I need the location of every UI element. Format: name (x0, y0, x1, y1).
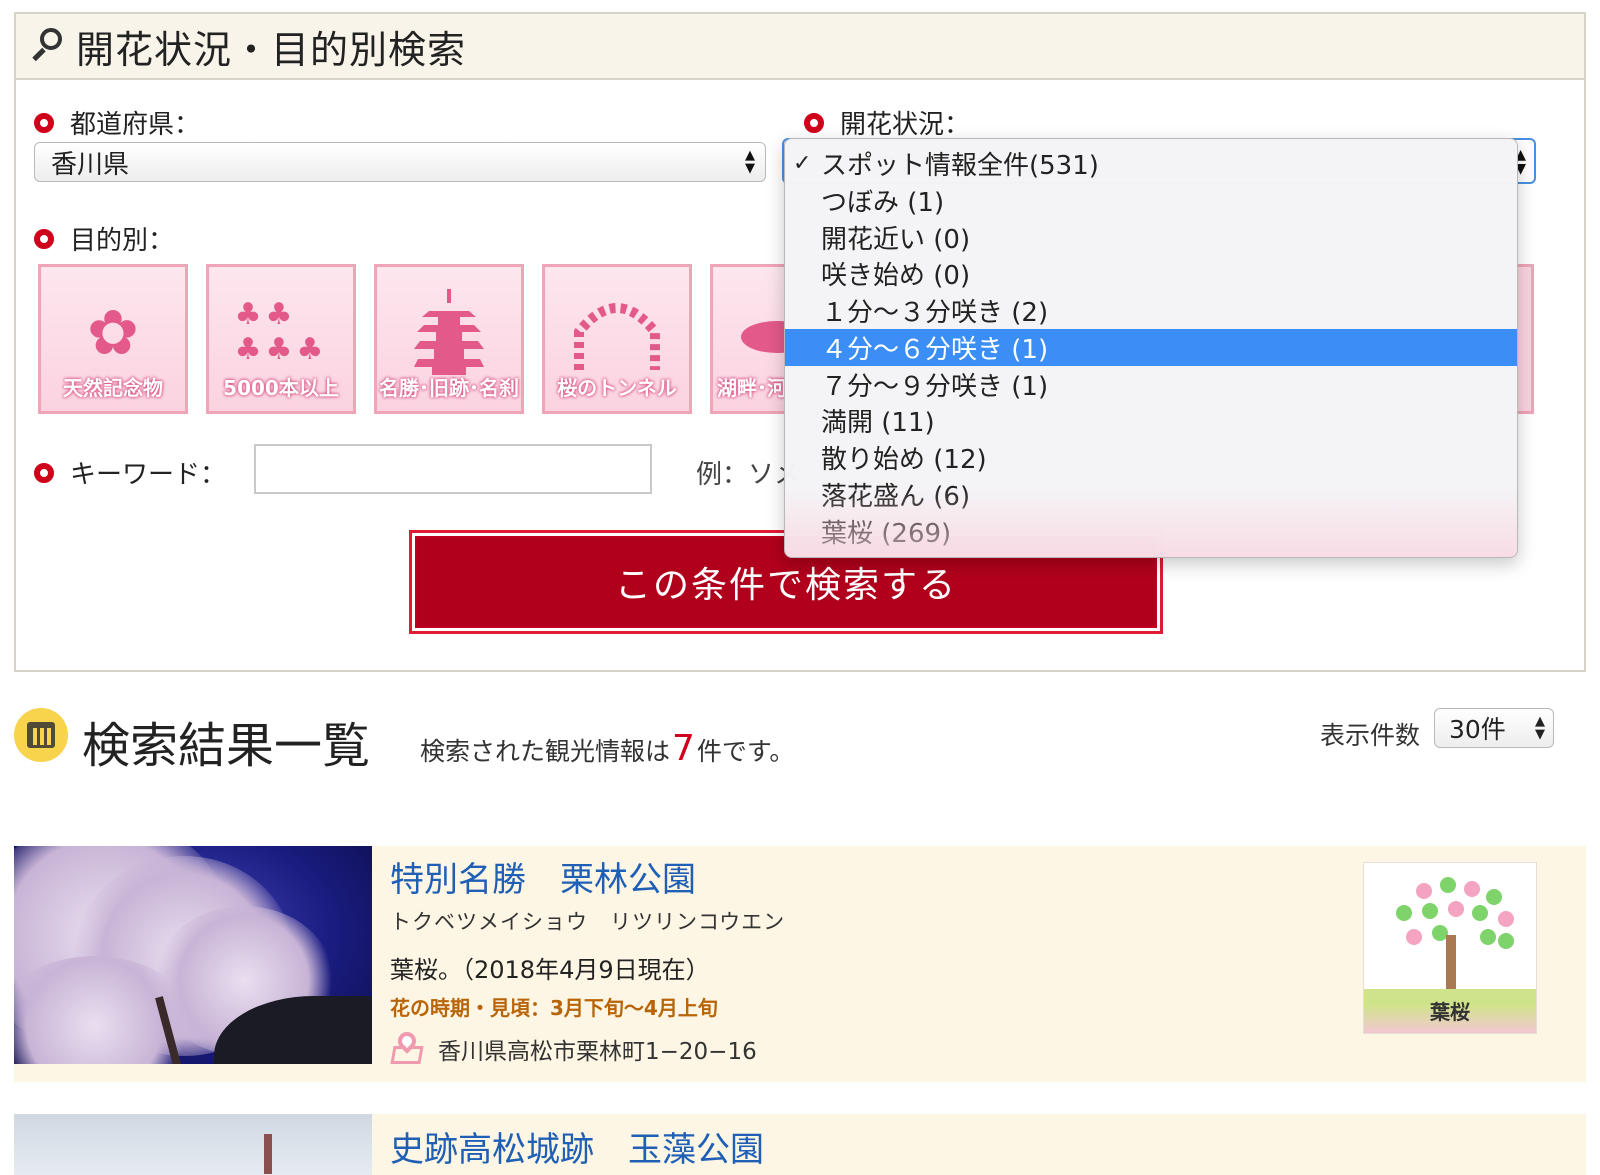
bloom-option-10-30[interactable]: １分～３分咲き (2) (785, 292, 1517, 329)
result-title-link[interactable]: 史跡高松城跡 玉藻公園 (390, 1122, 764, 1171)
select-arrows-icon: ▲ ▼ (1535, 714, 1545, 742)
calendar-icon (14, 708, 68, 762)
bloom-option-heavy-falling[interactable]: 落花盛ん (6) (785, 476, 1517, 513)
checkmark-icon: ✓ (793, 150, 812, 176)
bloom-status-dropdown: ✓ スポット情報全件(531) つぼみ (1) 開花近い (0) 咲き始め (0… (784, 138, 1518, 558)
purpose-tile-sakura-tunnel[interactable]: 桜のトンネル (542, 264, 692, 414)
bloom-status-label: 開花状況： (804, 104, 970, 141)
purpose-tile-5000-trees[interactable]: ♣♣ ♣♣♣ 5000本以上 (206, 264, 356, 414)
magnifier-icon (30, 26, 64, 66)
spot-photo[interactable] (14, 846, 372, 1064)
bloom-option-leaves[interactable]: 葉桜 (269) (785, 513, 1517, 550)
search-panel-title: 開花状況・目的別検索 (76, 27, 467, 72)
per-page-select[interactable]: 30件 ▲ ▼ (1434, 708, 1554, 748)
bloom-option-full[interactable]: 満開 (11) (785, 403, 1517, 440)
sakura-arch-icon (545, 289, 689, 375)
results-title: 検索結果一覧 (82, 718, 371, 774)
purpose-tile-edge[interactable] (1516, 264, 1534, 414)
search-panel-header: 開花状況・目的別検索 (16, 14, 1584, 80)
prefecture-label: 都道府県： (34, 104, 200, 141)
per-page-label: 表示件数 (1320, 721, 1421, 750)
bloom-option-all[interactable]: ✓ スポット情報全件(531) (785, 145, 1517, 182)
bloom-option-40-60[interactable]: ４分～６分咲き (1) (785, 328, 1517, 366)
sakura-flower-icon: ✿ (87, 295, 139, 369)
bloom-status-badge: 葉桜 (1363, 862, 1537, 1034)
bloom-option-70-90[interactable]: ７分～９分咲き (1) (785, 366, 1517, 403)
keyword-input[interactable] (254, 444, 652, 494)
prefecture-select-value: 香川県 (51, 149, 130, 180)
purpose-tile-natural-monument[interactable]: ✿ 天然記念物 (38, 264, 188, 414)
bullet-icon (34, 228, 54, 249)
results-count-number: 7 (672, 728, 695, 769)
bullet-icon (804, 112, 824, 133)
lakeside-icon (713, 289, 787, 375)
results-count: 検索された観光情報は 7 件です。 (420, 728, 795, 769)
prefecture-select[interactable]: 香川県 ▲ ▼ (34, 142, 766, 182)
keyword-label: キーワード： (34, 454, 226, 491)
bloom-option-bud[interactable]: つぼみ (1) (785, 182, 1517, 219)
purpose-tile-lakeside[interactable]: 湖畔･河 (710, 264, 790, 414)
purpose-label: 目的別： (34, 220, 174, 257)
results-header: 検索結果一覧 検索された観光情報は 7 件です。 表示件数 30件 ▲ ▼ (14, 706, 1586, 776)
spot-photo[interactable] (14, 1114, 372, 1175)
bloom-option-near-bloom[interactable]: 開花近い (0) (785, 219, 1517, 256)
map-pin-icon (390, 1028, 424, 1066)
result-title-link[interactable]: 特別名勝 栗林公園 (390, 852, 696, 901)
result-address: 香川県高松市栗林町1−20−16 (390, 1028, 757, 1066)
result-card: 特別名勝 栗林公園 トクベツメイショウ リツリンコウエン 葉桜。（2018年4月… (14, 846, 1586, 1082)
pagoda-icon (377, 289, 521, 375)
result-kana: トクベツメイショウ リツリンコウエン (390, 910, 786, 934)
select-arrows-icon: ▲ ▼ (745, 148, 755, 176)
result-season: 花の時期・見頃：3月下旬〜4月上旬 (390, 996, 718, 1020)
tree-cluster-icon: ♣♣ ♣♣♣ (234, 297, 328, 367)
result-card: 史跡高松城跡 玉藻公園 (14, 1114, 1586, 1175)
purpose-tiles: ✿ 天然記念物 ♣♣ ♣♣♣ 5000本以上 名勝･旧跡･名刹 桜のトンネル 湖… (38, 264, 790, 414)
bloom-option-starting[interactable]: 咲き始め (0) (785, 255, 1517, 292)
bloom-status-badge-label: 葉桜 (1430, 1000, 1470, 1024)
bloom-option-falling[interactable]: 散り始め (12) (785, 439, 1517, 476)
result-bloom-status: 葉桜。（2018年4月9日現在） (390, 956, 710, 984)
bullet-icon (34, 112, 54, 133)
purpose-tile-historic-sites[interactable]: 名勝･旧跡･名刹 (374, 264, 524, 414)
bullet-icon (34, 462, 54, 483)
